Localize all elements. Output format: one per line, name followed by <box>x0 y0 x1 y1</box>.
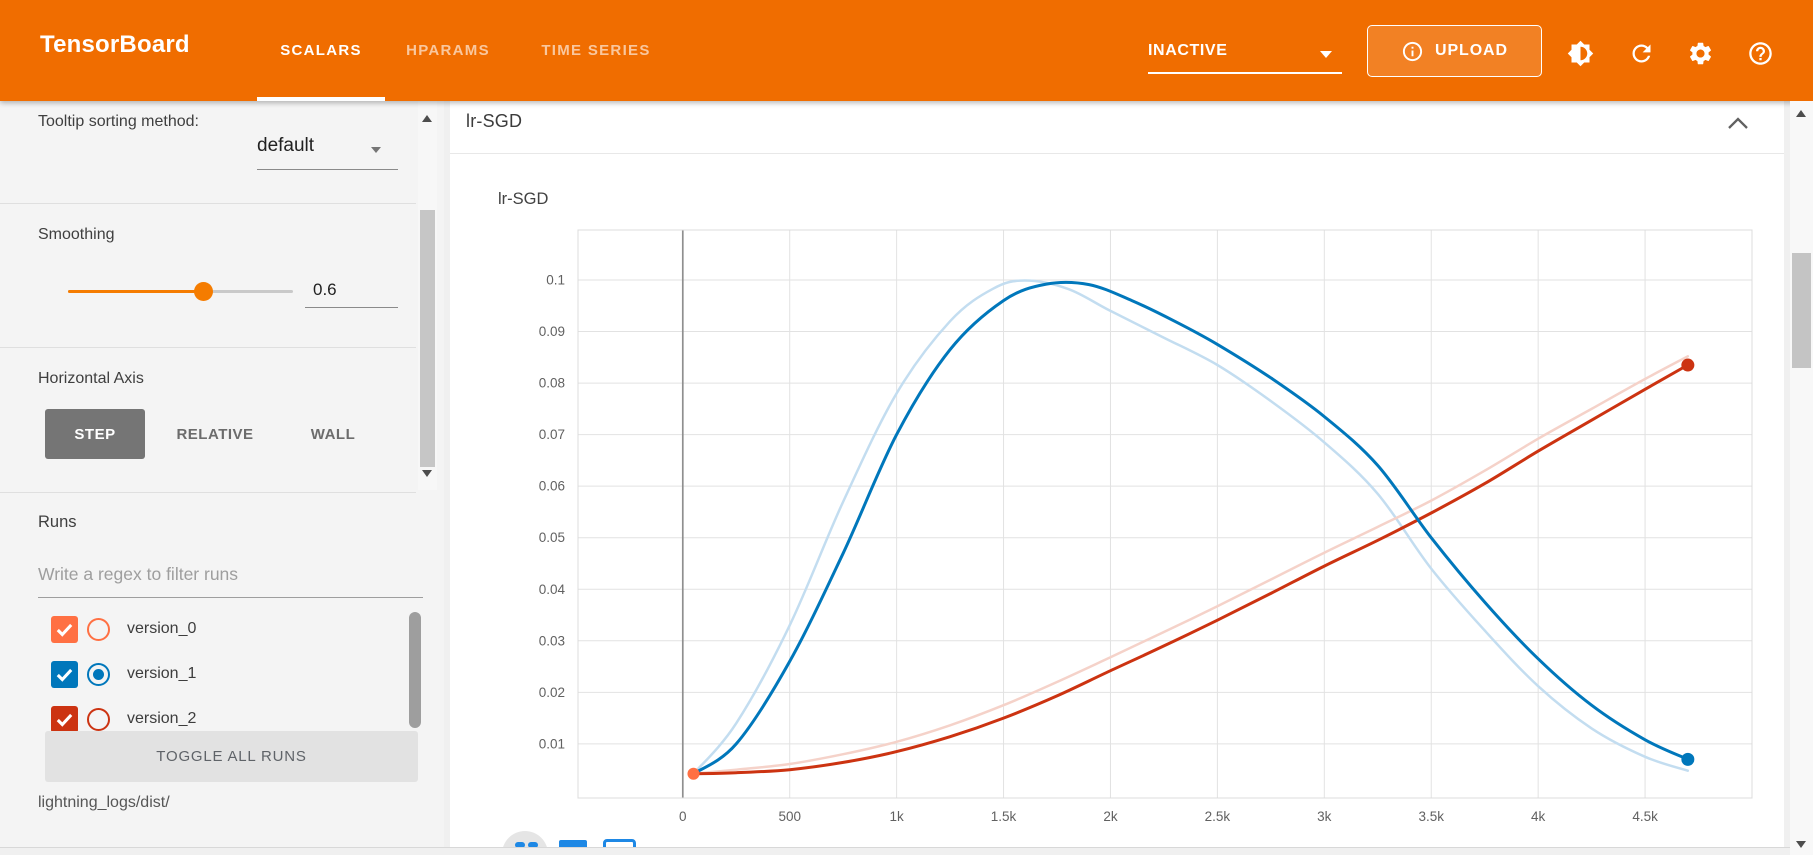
x-tick-label: 1.5k <box>991 809 1017 824</box>
axis-option-step[interactable]: STEP <box>45 409 145 459</box>
divider <box>0 492 416 493</box>
status-dropdown-value: INACTIVE <box>1148 42 1227 60</box>
run-label: version_2 <box>127 710 196 728</box>
collapse-chevron-up-icon[interactable] <box>1726 115 1750 131</box>
caret-down-icon <box>371 147 381 153</box>
y-tick-label: 0.01 <box>539 736 565 751</box>
x-tick-label: 2k <box>1103 809 1118 824</box>
y-tick-label: 0.02 <box>539 685 565 700</box>
run-radio[interactable] <box>87 663 110 686</box>
x-tick-label: 0 <box>679 809 687 824</box>
x-tick-label: 3.5k <box>1418 809 1444 824</box>
page-scrollbar[interactable] <box>1790 101 1813 855</box>
x-tick-label: 1k <box>889 809 904 824</box>
x-tick-label: 4.5k <box>1632 809 1658 824</box>
run-radio[interactable] <box>87 618 110 641</box>
run-label: version_1 <box>127 665 196 683</box>
runs-list-scrollbar-thumb[interactable] <box>409 612 421 728</box>
settings-gear-icon[interactable] <box>1687 40 1714 67</box>
help-icon[interactable] <box>1747 40 1774 67</box>
tab-bar: SCALARSHPARAMSTIME SERIES <box>257 0 681 101</box>
tab-hparams[interactable]: HPARAMS <box>385 0 511 101</box>
smoothing-slider-knob[interactable] <box>194 282 213 301</box>
run-checkbox[interactable] <box>51 706 78 733</box>
expand-card-icon[interactable] <box>603 839 636 847</box>
scroll-down-icon[interactable] <box>422 470 432 477</box>
run-label: version_0 <box>127 620 196 638</box>
tooltip-sorting-label: Tooltip sorting method: <box>38 111 216 133</box>
upload-button-label: UPLOAD <box>1435 42 1508 60</box>
axis-option-relative[interactable]: RELATIVE <box>160 409 270 459</box>
divider <box>450 153 1784 154</box>
y-tick-label: 0.04 <box>539 582 566 597</box>
axis-option-wall[interactable]: WALL <box>285 409 381 459</box>
series-marker-version_0 <box>687 768 699 780</box>
run-checkbox[interactable] <box>51 661 78 688</box>
tooltip-sorting-select[interactable]: default <box>257 135 314 157</box>
smoothing-value-underline <box>305 307 398 308</box>
toggle-all-runs-button[interactable]: TOGGLE ALL RUNS <box>45 731 418 782</box>
y-tick-label: 0.09 <box>539 324 565 339</box>
scroll-up-icon[interactable] <box>422 115 432 122</box>
tab-scalars[interactable]: SCALARS <box>257 0 385 101</box>
runs-filter-input[interactable]: Write a regex to filter runs <box>38 564 423 585</box>
x-tick-label: 500 <box>778 809 801 824</box>
divider <box>0 203 416 204</box>
refresh-icon[interactable] <box>1628 40 1655 67</box>
run-radio[interactable] <box>87 708 110 731</box>
scroll-up-icon[interactable] <box>1796 110 1806 117</box>
divider <box>0 347 416 348</box>
smoothing-slider-fill <box>68 290 203 293</box>
status-dropdown-underline <box>1148 72 1342 74</box>
x-tick-label: 3k <box>1317 809 1332 824</box>
run-row-version_0[interactable]: version_0 <box>0 611 420 647</box>
section-title: lr-SGD <box>466 111 522 132</box>
sidebar-scrollbar-thumb[interactable] <box>420 210 435 467</box>
status-dropdown[interactable]: INACTIVE <box>1148 40 1342 74</box>
upload-button[interactable]: UPLOAD <box>1367 25 1542 77</box>
app-title: TensorBoard <box>40 31 190 59</box>
y-tick-label: 0.05 <box>539 530 565 545</box>
x-tick-label: 2.5k <box>1205 809 1231 824</box>
content-bottom-edge <box>0 847 1790 855</box>
smoothing-value-input[interactable]: 0.6 <box>313 280 337 300</box>
caret-down-icon <box>1320 51 1332 58</box>
settings-sidebar: Tooltip sorting method: default Smoothin… <box>0 101 444 847</box>
page-scrollbar-thumb[interactable] <box>1792 253 1811 368</box>
tab-time-series[interactable]: TIME SERIES <box>511 0 681 101</box>
run-checkbox[interactable] <box>51 616 78 643</box>
info-icon <box>1401 40 1424 63</box>
lr-sgd-chart[interactable]: 0.01 0.02 0.03 0.04 0.05 0.06 0.07 0.08 0.09 0.1 0… <box>450 161 1784 847</box>
runs-label: Runs <box>38 513 77 532</box>
x-tick-label: 4k <box>1531 809 1546 824</box>
brightness-icon[interactable] <box>1567 40 1594 67</box>
y-tick-label: 0.08 <box>539 376 565 391</box>
tensorboard-app: TensorBoard SCALARSHPARAMSTIME SERIES IN… <box>0 0 1813 855</box>
run-row-version_1[interactable]: version_1 <box>0 656 420 692</box>
log-directory-path: lightning_logs/dist/ <box>38 794 170 812</box>
runs-filter-underline <box>38 597 423 598</box>
horizontal-axis-label: Horizontal Axis <box>38 370 144 388</box>
y-tick-label: 0.1 <box>546 272 565 287</box>
smoothing-label: Smoothing <box>38 226 115 244</box>
series-marker-version_2-smoothed <box>1681 359 1694 372</box>
y-tick-label: 0.07 <box>539 427 565 442</box>
tooltip-sorting-underline <box>257 169 398 170</box>
app-header: TensorBoard SCALARSHPARAMSTIME SERIES IN… <box>0 0 1813 101</box>
scroll-down-icon[interactable] <box>1796 841 1806 848</box>
series-marker-version_1-smoothed <box>1681 753 1694 766</box>
scalars-section-card: lr-SGD lr-SGD 0.010.020.030.040.050.060.… <box>450 101 1784 847</box>
y-tick-label: 0.03 <box>539 633 565 648</box>
y-tick-label: 0.06 <box>539 479 565 494</box>
fullscreen-icon[interactable] <box>559 840 587 847</box>
